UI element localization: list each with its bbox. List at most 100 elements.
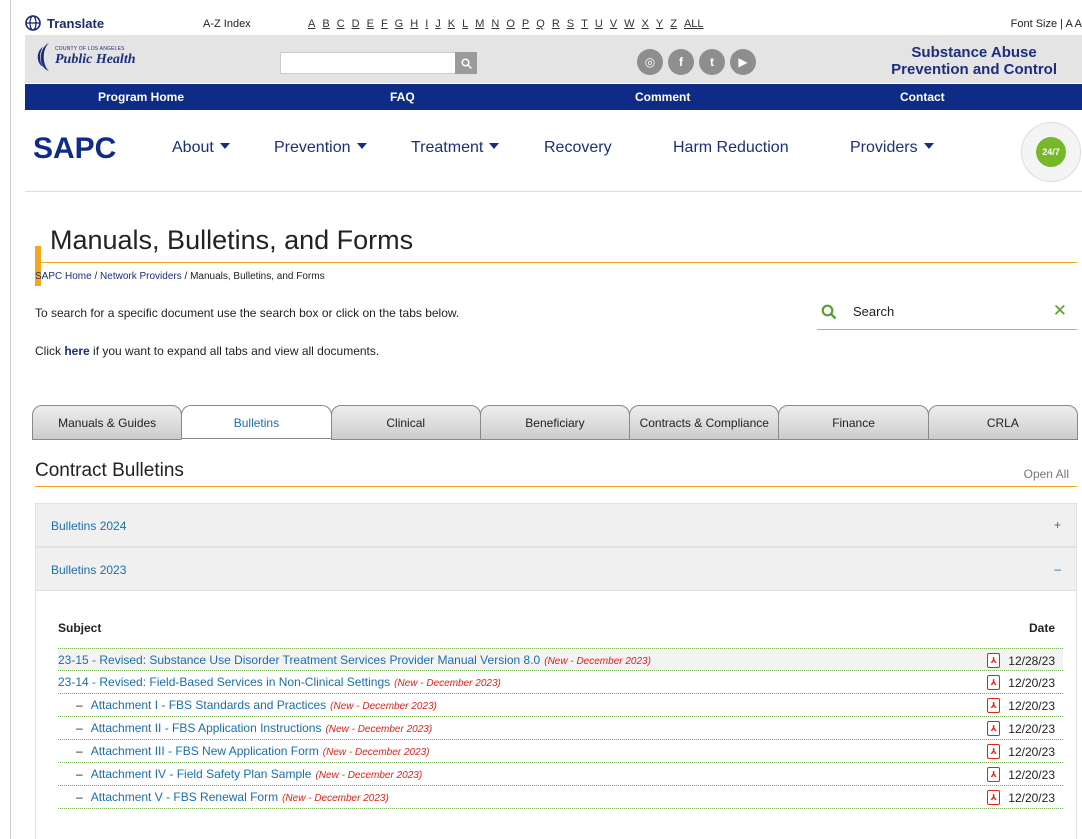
accordion-bulletins-2024[interactable]: Bulletins 2024 + <box>35 503 1077 547</box>
expand-text-pre: Click <box>35 344 65 358</box>
page-left-border <box>10 0 11 839</box>
az-letter-x[interactable]: X <box>642 18 649 30</box>
date-value: 12/20/23 <box>1008 790 1055 805</box>
pdf-icon[interactable]: ⅄ <box>987 698 1001 713</box>
az-letter-v[interactable]: V <box>610 18 617 30</box>
caret-down-icon <box>356 143 367 149</box>
az-letter-all[interactable]: ALL <box>684 18 704 30</box>
document-search[interactable]: Search ✕ <box>817 296 1077 330</box>
az-letter-j[interactable]: J <box>435 18 441 30</box>
table-row: – Attachment III - FBS New Application Fo… <box>58 740 1063 763</box>
hotline-24-7-button[interactable]: 24/7 <box>1021 122 1081 182</box>
twitter-icon[interactable]: t <box>699 49 725 75</box>
az-letter-a[interactable]: A <box>308 18 315 30</box>
site-search-button[interactable] <box>455 52 477 74</box>
date-value: 12/20/23 <box>1008 698 1055 713</box>
nav-comment[interactable]: Comment <box>635 90 690 104</box>
tab-clinical[interactable]: Clinical <box>330 405 481 440</box>
tab-finance[interactable]: Finance <box>778 405 929 440</box>
new-badge: (New - December 2023) <box>330 701 437 712</box>
pdf-icon[interactable]: ⅄ <box>987 790 1001 805</box>
az-letter-t[interactable]: T <box>581 18 588 30</box>
az-letter-h[interactable]: H <box>410 18 418 30</box>
az-letter-k[interactable]: K <box>448 18 455 30</box>
bulletin-link[interactable]: – Attachment V - FBS Renewal Form (New - D… <box>76 790 389 804</box>
pdf-icon[interactable]: ⅄ <box>987 653 1001 668</box>
sapc-brand[interactable]: SAPC <box>33 132 116 166</box>
nav-treatment[interactable]: Treatment <box>411 139 500 157</box>
az-letter-d[interactable]: D <box>352 18 360 30</box>
bulletin-date: ⅄ 12/20/23 <box>987 744 1055 759</box>
pdf-icon[interactable]: ⅄ <box>987 675 1001 690</box>
attachment-dash: – <box>76 767 83 781</box>
new-badge: (New - December 2023) <box>325 724 433 735</box>
az-index-label[interactable]: A-Z Index <box>203 18 251 30</box>
nav-harm-reduction[interactable]: Harm Reduction <box>673 139 789 157</box>
bulletin-date: ⅄ 12/20/23 <box>987 767 1055 782</box>
nav-providers-label: Providers <box>850 139 918 156</box>
page-title: Manuals, Bulletins, and Forms <box>50 225 414 255</box>
open-all-button[interactable]: Open All <box>1024 467 1069 481</box>
az-letter-l[interactable]: L <box>462 18 468 30</box>
tab-beneficiary[interactable]: Beneficiary <box>479 405 631 440</box>
caret-down-icon <box>489 143 500 149</box>
expand-all-link[interactable]: here <box>64 344 89 358</box>
breadcrumb-network-providers[interactable]: Network Providers <box>100 271 182 282</box>
az-letter-z[interactable]: Z <box>670 18 677 30</box>
az-letter-n[interactable]: N <box>491 18 499 30</box>
az-letter-q[interactable]: Q <box>536 18 545 30</box>
az-letter-m[interactable]: M <box>475 18 484 30</box>
tab-manuals-guides[interactable]: Manuals & Guides <box>32 405 183 440</box>
program-name-line2: Prevention and Control <box>891 61 1057 78</box>
facebook-icon[interactable]: f <box>668 49 694 75</box>
az-letter-p[interactable]: P <box>522 18 529 30</box>
public-health-logo[interactable]: COUNTY OF LOS ANGELES Public Health <box>33 41 136 73</box>
clear-search-icon[interactable]: ✕ <box>1053 301 1067 321</box>
nav-about[interactable]: About <box>172 139 230 157</box>
bulletin-link[interactable]: 23-15 - Revised: Substance Use Disorder … <box>58 653 651 667</box>
az-letter-b[interactable]: B <box>322 18 329 30</box>
az-letter-f[interactable]: F <box>381 18 388 30</box>
bulletin-link[interactable]: – Attachment II - FBS Application Instruc… <box>76 721 432 735</box>
youtube-icon[interactable]: ▶ <box>730 49 756 75</box>
nav-prevention[interactable]: Prevention <box>274 139 367 157</box>
instagram-icon[interactable]: ◎ <box>637 49 663 75</box>
nav-contact[interactable]: Contact <box>900 90 945 104</box>
document-search-input[interactable]: Search <box>853 304 894 319</box>
bulletin-link[interactable]: – Attachment I - FBS Standards and Practi… <box>76 698 437 712</box>
pdf-icon[interactable]: ⅄ <box>987 767 1001 782</box>
column-date: Date <box>1028 621 1055 635</box>
nav-providers[interactable]: Providers <box>850 139 934 157</box>
tab-contracts-compliance[interactable]: Contracts & Compliance <box>629 405 780 440</box>
translate-link[interactable]: Translate <box>25 15 104 31</box>
pdf-icon[interactable]: ⅄ <box>987 744 1001 759</box>
expand-instruction: Click here if you want to expand all tab… <box>35 344 379 358</box>
site-search-input[interactable] <box>280 52 476 74</box>
title-underline <box>35 262 1077 263</box>
az-letter-u[interactable]: U <box>595 18 603 30</box>
az-letter-e[interactable]: E <box>367 18 374 30</box>
bulletin-subject: 23-15 - Revised: Substance Use Disorder … <box>58 653 541 667</box>
az-letter-o[interactable]: O <box>506 18 515 30</box>
nav-about-label: About <box>172 139 214 156</box>
az-letter-y[interactable]: Y <box>656 18 663 30</box>
nav-program-home[interactable]: Program Home <box>98 90 184 104</box>
az-letter-w[interactable]: W <box>624 18 634 30</box>
az-letter-s[interactable]: S <box>567 18 574 30</box>
az-letter-c[interactable]: C <box>337 18 345 30</box>
pdf-icon[interactable]: ⅄ <box>987 721 1001 736</box>
accordion-bulletins-2023[interactable]: Bulletins 2023 – <box>35 547 1077 591</box>
font-size-control[interactable]: Font Size | A A <box>1011 18 1082 30</box>
az-letter-g[interactable]: G <box>395 18 404 30</box>
bulletin-link[interactable]: 23-14 - Revised: Field-Based Services in… <box>58 675 501 689</box>
date-value: 12/28/23 <box>1008 653 1055 668</box>
nav-recovery[interactable]: Recovery <box>544 139 612 157</box>
az-letter-r[interactable]: R <box>552 18 560 30</box>
bulletin-link[interactable]: – Attachment III - FBS New Application Fo… <box>76 744 430 758</box>
bulletin-link[interactable]: – Attachment IV - Field Safety Plan Sampl… <box>76 767 422 781</box>
tab-bulletins[interactable]: Bulletins <box>181 405 332 440</box>
az-letter-i[interactable]: I <box>425 18 428 30</box>
breadcrumb-sapc-home[interactable]: SAPC Home <box>35 271 92 282</box>
tab-crla[interactable]: CRLA <box>927 405 1078 440</box>
nav-faq[interactable]: FAQ <box>390 90 415 104</box>
